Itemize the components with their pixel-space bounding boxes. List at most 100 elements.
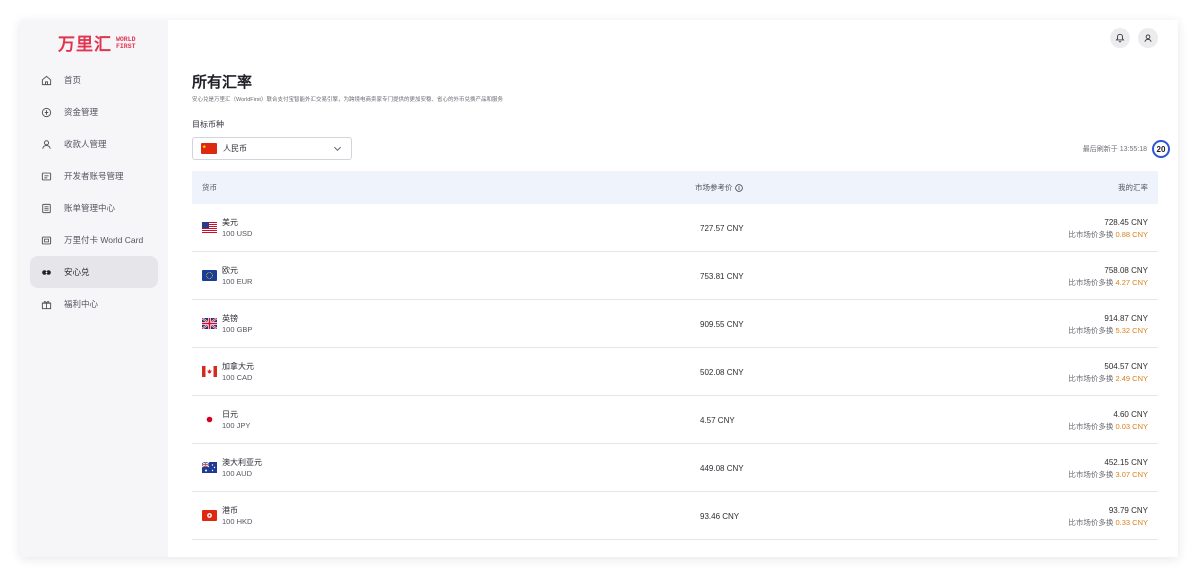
currency-amount: 100 HKD [222,517,253,526]
logo-en-line2: FIRST [116,42,136,50]
ca-flag-icon [202,366,217,377]
rate-diff: 比市场价多换 2.49 CNY [1068,373,1148,384]
rate-diff-value: 4.27 CNY [1115,278,1148,287]
rate-diff-prefix: 比市场价多换 [1068,470,1114,479]
cn-flag-icon [201,143,217,154]
currency-name: 加拿大元 [222,362,254,371]
market-rate: 502.08 CNY [700,368,744,377]
currency-amount: 100 GBP [222,325,253,334]
logo-cn: 万里汇 [58,35,112,55]
my-rate: 728.45 CNY [1104,218,1148,227]
rate-diff-prefix: 比市场价多换 [1068,374,1114,383]
rate-diff: 比市场价多换 0.33 CNY [1068,517,1148,528]
target-currency-value: 人民币 [223,144,247,153]
sidebar-item-label: 开发者账号管理 [64,171,124,181]
rate-diff: 比市场价多换 3.07 CNY [1068,469,1148,480]
currency-name: 澳大利亚元 [222,458,262,467]
info-icon[interactable] [734,183,743,192]
bell-icon [1115,33,1125,43]
target-currency-select[interactable]: 人民币 [192,137,352,160]
rate-diff-prefix: 比市场价多换 [1068,278,1114,287]
au-flag-icon [202,462,217,473]
sidebar-item-2[interactable]: 收款人管理 [30,128,158,160]
notification-button[interactable] [1110,28,1130,48]
refresh-status: 最后刷新于 13:55:18 20 [1083,140,1170,158]
market-rate: 93.46 CNY [700,512,740,521]
currency-amount: 100 USD [222,229,253,238]
developer-icon [40,170,52,182]
header-currency: 货币 [202,183,217,192]
sidebar-item-label: 资金管理 [64,107,99,117]
my-rate: 504.57 CNY [1104,362,1148,371]
table-row[interactable]: 美元 100 USD 727.57 CNY 728.45 CNY 比市场价多换 0.88… [192,204,1158,252]
currency-amount: 100 CAD [222,373,253,382]
refresh-time: 最后刷新于 13:55:18 [1082,146,1147,153]
currency-amount: 100 AUD [222,469,253,478]
rate-diff-value: 0.03 CNY [1115,422,1148,431]
sidebar-nav: 首页资金管理收款人管理开发者账号管理 账单管理中心万里付卡 World Card 安… [20,64,168,320]
rate-diff-value: 0.88 CNY [1115,230,1148,239]
table-row[interactable]: 日元 100 JPY 4.57 CNY 4.60 CNY 比市场价多换 0.03 CNY [192,396,1158,444]
market-rate: 753.81 CNY [700,272,744,281]
page-title: 所有汇率 [192,73,253,91]
logo-en-line1: WORLD [116,35,136,43]
rate-diff: 比市场价多换 5.32 CNY [1068,325,1148,336]
currency-name: 港币 [222,506,238,515]
jp-flag-icon [202,414,217,425]
table-row[interactable]: 港币 100 HKD 93.46 CNY 93.79 CNY 比市场价多换 0.33 C… [192,492,1158,540]
sidebar-item-0[interactable]: 首页 [30,64,158,96]
rate-diff: 比市场价多换 0.88 CNY [1068,229,1148,240]
rate-diff-prefix: 比市场价多换 [1068,422,1114,431]
sidebar-item-label: 安心兑 [64,267,90,277]
sidebar-item-label: 万里付卡 World Card [64,235,144,245]
sidebar-item-label: 收款人管理 [64,139,107,149]
funds-icon [40,106,52,118]
sidebar-item-1[interactable]: 资金管理 [30,96,158,128]
rate-diff-value: 0.33 CNY [1115,518,1148,527]
sidebar-item-label: 账单管理中心 [64,203,116,213]
target-currency-label: 目标币种 [192,120,224,129]
table-row[interactable]: 欧元 100 EUR 753.81 CNY 758.08 CNY 比市场价多换 4.27… [192,252,1158,300]
hk-flag-icon [202,510,217,521]
bill-icon [40,202,52,214]
market-rate: 727.57 CNY [700,224,744,233]
chevron-down-icon [333,146,342,152]
us-flag-icon [202,222,217,233]
table-row[interactable]: 加拿大元 100 CAD 502.08 CNY 504.57 CNY 比市场价多换 2.… [192,348,1158,396]
rate-diff: 比市场价多换 4.27 CNY [1068,277,1148,288]
my-rate: 914.87 CNY [1104,314,1148,323]
header-market-label: 市场参考价 [695,183,733,192]
gb-flag-icon [202,318,217,329]
logo[interactable]: 万里汇 WORLD FIRST [58,30,136,55]
currency-name: 英镑 [222,314,238,323]
header-market: 市场参考价 [695,182,743,193]
my-rate: 452.15 CNY [1104,458,1148,467]
table-row[interactable]: 英镑 100 GBP 909.55 CNY 914.87 CNY 比市场价多换 5.32… [192,300,1158,348]
users-icon [40,138,52,150]
refresh-countdown[interactable]: 20 [1152,140,1170,158]
card-icon [40,234,52,246]
sidebar-item-5[interactable]: 万里付卡 World Card [30,224,158,256]
main-content: 所有汇率 安心兑是万里汇（WorldFirst）联合支付宝智能外汇交易引擎，为跨… [168,20,1178,557]
eu-flag-icon [202,270,217,281]
currency-amount: 100 JPY [222,421,251,430]
my-rate: 758.08 CNY [1104,266,1148,275]
rate-diff-value: 3.07 CNY [1115,470,1148,479]
exchange-icon [40,266,52,278]
currency-name: 欧元 [222,266,238,275]
sidebar-item-6[interactable]: 安心兑 [30,256,158,288]
sidebar-item-4[interactable]: 账单管理中心 [30,192,158,224]
home-icon [40,74,52,86]
rate-diff-prefix: 比市场价多换 [1068,326,1114,335]
table-row[interactable]: 澳大利亚元 100 AUD 449.08 CNY 452.15 CNY 比市场价多换 3… [192,444,1158,492]
table-header: 货币 市场参考价 我的汇率 [192,171,1158,204]
market-rate: 449.08 CNY [700,464,744,473]
sidebar-item-3[interactable]: 开发者账号管理 [30,160,158,192]
rate-diff-prefix: 比市场价多换 [1068,518,1114,527]
sidebar-item-label: 福利中心 [64,299,99,309]
user-button[interactable] [1138,28,1158,48]
logo-en: WORLD FIRST [116,36,136,50]
sidebar-item-7[interactable]: 福利中心 [30,288,158,320]
table-body: 美元 100 USD 727.57 CNY 728.45 CNY 比市场价多换 0.88… [192,204,1158,540]
currency-name: 日元 [222,410,238,419]
